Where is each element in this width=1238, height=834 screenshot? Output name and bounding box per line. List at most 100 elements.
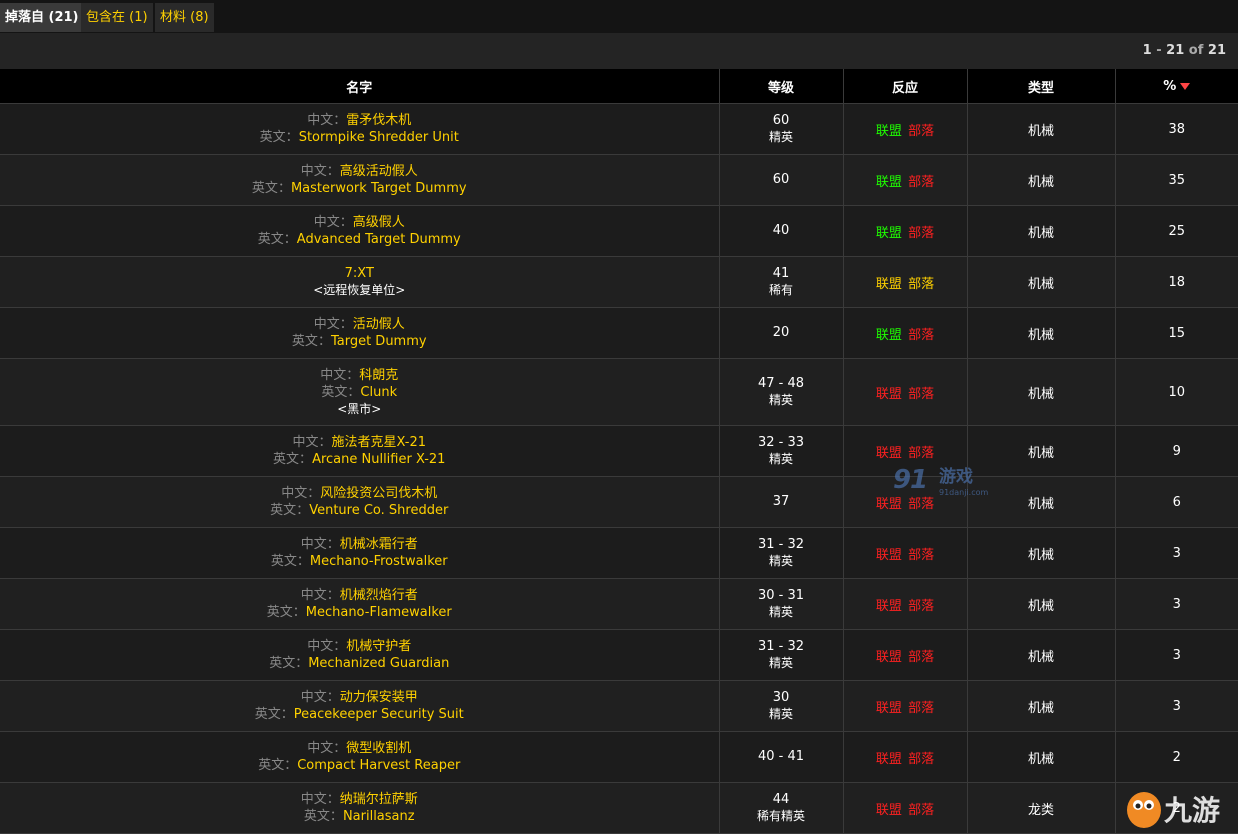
cn-label: 中文 (300, 537, 327, 552)
npc-type[interactable]: 机械 (1028, 175, 1054, 190)
npc-type[interactable]: 机械 (1028, 387, 1054, 402)
cn-label: 中文 (307, 113, 334, 128)
cell-react: 联盟 部落 (843, 103, 968, 155)
table-row[interactable]: 中文：科朗克 英文：Clunk <黑市> 47 - 48 精英 联盟 部落 机械 10 (0, 358, 1238, 426)
pagination-bar: 1 - 21 of 21 (0, 33, 1238, 69)
npc-name-cn-link[interactable]: 施法者克星X-21 (332, 435, 427, 450)
npc-name-en-link[interactable]: Clunk (360, 385, 397, 400)
npc-type[interactable]: 机械 (1028, 599, 1054, 614)
npc-name-cn-link[interactable]: 机械冰霜行者 (340, 537, 418, 552)
drop-percent: 18 (1168, 274, 1186, 290)
en-label: 英文 (269, 656, 296, 671)
cell-name: 中文：微型收割机 英文：Compact Harvest Reaper (0, 731, 720, 783)
npc-level: 32 - 33 (757, 435, 805, 450)
npc-type[interactable]: 机械 (1028, 497, 1054, 512)
npc-name-en-link[interactable]: Venture Co. Shredder (309, 503, 448, 518)
npc-type[interactable]: 机械 (1028, 701, 1054, 716)
cn-label: 中文 (300, 164, 327, 179)
npc-name-cn-link[interactable]: 高级假人 (353, 215, 405, 230)
cell-level: 60 精英 (719, 103, 844, 155)
cell-level: 30 精英 (719, 680, 844, 732)
npc-classification: 精英 (768, 554, 793, 568)
table-row[interactable]: 中文：微型收割机 英文：Compact Harvest Reaper 40 - 41… (0, 731, 1238, 783)
npc-name-en-link[interactable]: Mechano-Flamewalker (306, 605, 452, 620)
cell-level: 40 - 41 (719, 731, 844, 783)
table-row[interactable]: 中文：机械守护者 英文：Mechanized Guardian 31 - 32 精英联… (0, 629, 1238, 681)
label-separator: ： (339, 215, 353, 230)
column-header-type[interactable]: 类型 (967, 69, 1116, 104)
tab-reagents[interactable]: 材料 (8) (155, 3, 214, 32)
table-row[interactable]: 中文：活动假人 英文：Target Dummy 20 联盟 部落 机械 15 (0, 307, 1238, 359)
tab-bar: 掉落自 (21) 包含在 (1) 材料 (8) (0, 0, 1238, 33)
npc-name-cn-link[interactable]: 机械烈焰行者 (340, 588, 418, 603)
npc-name-cn-link[interactable]: 微型收割机 (346, 741, 411, 756)
table-row[interactable]: 中文：纳瑞尔拉萨斯 英文：Narillasanz 44 稀有精英 联盟 部落 龙类 2 (0, 782, 1238, 834)
npc-type[interactable]: 龙类 (1028, 803, 1054, 818)
npc-name-cn-link[interactable]: 活动假人 (353, 317, 405, 332)
table-row[interactable]: 中文：动力保安装甲 英文：Peacekeeper Security Suit 30 精… (0, 680, 1238, 732)
npc-name-en-link[interactable]: Target Dummy (331, 334, 427, 349)
npc-name-link[interactable]: 7:XT (0, 265, 719, 282)
npc-type[interactable]: 机械 (1028, 328, 1054, 343)
table-row[interactable]: 中文：高级活动假人 英文：Masterwork Target Dummy 60 联盟 … (0, 154, 1238, 206)
cn-label: 中文 (320, 367, 347, 383)
label-separator: ： (285, 130, 299, 145)
en-label: 英文 (303, 809, 330, 824)
table-row[interactable]: 7:XT <远程恢复单位> 41 稀有 联盟 部落 机械 18 (0, 256, 1238, 308)
reaction-horde: 部落 (908, 751, 935, 767)
npc-name-en-link[interactable]: Stormpike Shredder Unit (299, 130, 459, 145)
label-separator: ： (347, 384, 361, 400)
npc-name-en-link[interactable]: Mechanized Guardian (308, 656, 449, 671)
cell-name: 中文：高级假人 英文：Advanced Target Dummy (0, 205, 720, 257)
table-row[interactable]: 中文：施法者克星X-21 英文：Arcane Nullifier X-21 32 -… (0, 425, 1238, 477)
npc-name-en-link[interactable]: Compact Harvest Reaper (297, 758, 460, 773)
npc-type[interactable]: 机械 (1028, 752, 1054, 767)
npc-type[interactable]: 机械 (1028, 226, 1054, 241)
drop-percent: 3 (1172, 698, 1181, 714)
column-header-name[interactable]: 名字 (0, 69, 720, 104)
reaction-horde: 部落 (908, 649, 935, 665)
npc-name-cn-link[interactable]: 高级活动假人 (340, 164, 418, 179)
npc-type[interactable]: 机械 (1028, 277, 1054, 292)
column-header-percent[interactable]: % (1115, 69, 1238, 104)
pagination-of: of (1184, 43, 1208, 58)
table-row[interactable]: 中文：高级假人 英文：Advanced Target Dummy 40 联盟 部落 机械… (0, 205, 1238, 257)
npc-name-en-link[interactable]: Peacekeeper Security Suit (294, 707, 464, 722)
npc-name-en-link[interactable]: Mechano-Frostwalker (310, 554, 448, 569)
npc-name-en-link[interactable]: Advanced Target Dummy (297, 232, 461, 247)
cell-percent: 2 (1115, 782, 1238, 834)
table-row[interactable]: 中文：机械冰霜行者 英文：Mechano-Frostwalker 31 - 32 精英… (0, 527, 1238, 579)
cell-type: 机械 (967, 358, 1116, 426)
npc-name-cn-link[interactable]: 动力保安装甲 (340, 690, 418, 705)
npc-type[interactable]: 机械 (1028, 650, 1054, 665)
reaction-alliance: 联盟 (875, 751, 902, 767)
npc-name-cn-link[interactable]: 雷矛伐木机 (346, 113, 411, 128)
npc-type[interactable]: 机械 (1028, 548, 1054, 563)
cell-level: 41 稀有 (719, 256, 844, 308)
npc-classification: 稀有 (768, 283, 793, 297)
npc-name-en-link[interactable]: Arcane Nullifier X-21 (312, 452, 445, 467)
column-header-react[interactable]: 反应 (843, 69, 968, 104)
npc-name-cn-link[interactable]: 科朗克 (359, 368, 398, 383)
cell-percent: 3 (1115, 527, 1238, 579)
label-separator: ： (283, 232, 297, 247)
npc-type[interactable]: 机械 (1028, 124, 1054, 139)
npc-type[interactable]: 机械 (1028, 446, 1054, 461)
npc-name-en-link[interactable]: Narillasanz (343, 809, 415, 824)
table-row[interactable]: 中文：雷矛伐木机 英文：Stormpike Shredder Unit 60 精英 联盟… (0, 103, 1238, 155)
cell-name: 中文：机械守护者 英文：Mechanized Guardian (0, 629, 720, 681)
npc-name-cn-link[interactable]: 机械守护者 (346, 639, 411, 654)
tab-dropped-by[interactable]: 掉落自 (21) (0, 3, 84, 32)
table-row[interactable]: 中文：机械烈焰行者 英文：Mechano-Flamewalker 30 - 31 精英… (0, 578, 1238, 630)
npc-name-cn-link[interactable]: 风险投资公司伐木机 (320, 486, 437, 501)
npc-name-cn-link[interactable]: 纳瑞尔拉萨斯 (340, 792, 418, 807)
reaction-alliance: 联盟 (875, 174, 902, 190)
cell-percent: 2 (1115, 731, 1238, 783)
npc-name-en-link[interactable]: Masterwork Target Dummy (291, 181, 467, 196)
cell-react: 联盟 部落 (843, 731, 968, 783)
table-row[interactable]: 中文：风险投资公司伐木机 英文：Venture Co. Shredder 37 联盟 … (0, 476, 1238, 528)
drop-percent: 3 (1172, 545, 1181, 561)
tab-contained-in[interactable]: 包含在 (1) (81, 3, 153, 32)
column-header-level[interactable]: 等级 (719, 69, 844, 104)
en-label: 英文 (291, 334, 318, 349)
